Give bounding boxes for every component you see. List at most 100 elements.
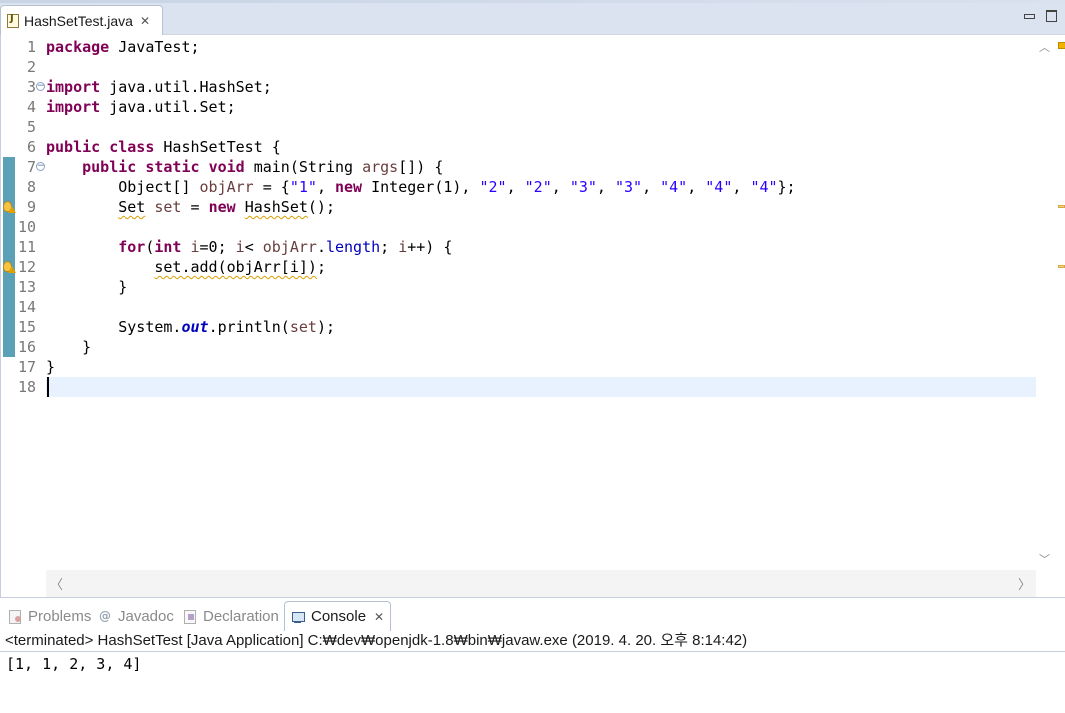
code-line[interactable]: } (46, 277, 1036, 297)
tab-console[interactable]: Console ✕ (284, 601, 392, 631)
warning-underlined-code: set.add(objArr[i]) (154, 258, 317, 276)
code-token: "4" (705, 178, 733, 196)
console-status-line: <terminated> HashSetTest [Java Applicati… (0, 630, 1065, 652)
tab-javadoc[interactable]: @ Javadoc (92, 601, 180, 631)
code-line[interactable] (46, 117, 1036, 137)
javadoc-icon: @ (99, 609, 111, 623)
editor-tab-hashsettest[interactable]: HashSetTest.java ✕ (0, 5, 163, 35)
code-token: i (235, 238, 245, 256)
code-line[interactable] (46, 57, 1036, 77)
code-token: =0; (199, 238, 236, 256)
code-line[interactable]: import java.util.Set; (46, 97, 1036, 117)
code-line[interactable]: set.add(objArr[i]); (46, 257, 1036, 277)
eclipse-workbench: HashSetTest.java ✕ 123−4567−891011121314… (0, 0, 1065, 713)
warning-underlined-code: HashSet (244, 198, 308, 216)
code-line[interactable]: Set set = new HashSet(); (46, 197, 1036, 217)
code-token: , (316, 178, 335, 196)
code-token: Integer(1), (362, 178, 480, 196)
code-line[interactable]: } (46, 357, 1036, 377)
code-line[interactable]: } (46, 337, 1036, 357)
code-token: "4" (750, 178, 778, 196)
code-token: HashSetTest { (154, 138, 281, 156)
warning-marker[interactable] (1058, 205, 1065, 208)
code-token: System. (46, 318, 182, 336)
code-token: "3" (569, 178, 597, 196)
code-token: objArr (199, 178, 254, 196)
warning-underlined-code: Set (118, 198, 146, 216)
code-token: length (325, 238, 381, 256)
code-line[interactable]: for(int i=0; i< objArr.length; i++) { (46, 237, 1036, 257)
scroll-left-icon[interactable]: 〈 (50, 574, 63, 593)
line-number: 11 (17, 238, 36, 256)
code-token: package (46, 38, 110, 56)
fold-toggle-icon[interactable]: − (36, 82, 45, 91)
console-output[interactable]: [1, 1, 2, 3, 4] (6, 653, 1056, 675)
fold-toggle-icon[interactable]: − (36, 162, 45, 171)
code-token: int (154, 238, 182, 256)
code-token: , (687, 178, 706, 196)
code-line[interactable] (46, 377, 1036, 397)
text-caret (47, 377, 49, 397)
line-number: 6 (26, 138, 36, 156)
code-token: main(String (244, 158, 363, 176)
line-number: 4 (26, 98, 36, 116)
code-token: "1" (289, 178, 317, 196)
code-token: = { (253, 178, 290, 196)
code-token: public (46, 138, 101, 156)
maximize-icon[interactable] (1044, 8, 1058, 22)
code-token: out (181, 318, 209, 336)
code-line[interactable]: Object[] objArr = {"1", new Integer(1), … (46, 177, 1036, 197)
code-token: , (642, 178, 661, 196)
scroll-down-icon[interactable]: ﹀ (1039, 551, 1050, 567)
code-token: ++) { (407, 238, 453, 256)
line-number: 17 (17, 358, 36, 376)
code-token: import (46, 78, 101, 96)
code-token: "3" (614, 178, 643, 196)
code-token: for (118, 238, 146, 256)
code-token: } (46, 338, 92, 356)
problems-icon (8, 609, 22, 624)
line-number: 14 (17, 298, 36, 316)
line-number: 5 (26, 118, 36, 136)
code-token: void (208, 158, 245, 176)
code-line[interactable]: public class HashSetTest { (46, 137, 1036, 157)
code-line[interactable] (46, 297, 1036, 317)
warning-marker[interactable] (1058, 265, 1065, 268)
overview-ruler[interactable] (1052, 35, 1065, 570)
close-icon[interactable]: ✕ (140, 14, 150, 28)
scroll-right-icon[interactable]: 〉 (1018, 574, 1031, 593)
line-number-ruler: 1 2 3−4 5 6 7−8 9 10 11 12 13 14 15 16 17 18 (17, 35, 45, 570)
code-token: . (316, 238, 326, 256)
code-token: (); (307, 198, 335, 216)
tab-declaration[interactable]: Declaration (177, 601, 285, 631)
tab-declaration-label: Declaration (203, 607, 279, 625)
minimize-icon[interactable] (1022, 8, 1036, 22)
code-line[interactable] (46, 217, 1036, 237)
code-line[interactable]: import java.util.HashSet; (46, 77, 1036, 97)
line-number: 10 (17, 218, 36, 236)
code-token: i (398, 238, 408, 256)
scroll-up-icon[interactable]: ︿ (1039, 39, 1050, 55)
horizontal-scrollbar[interactable]: 〈 〉 (46, 570, 1036, 597)
warning-lightbulb-icon[interactable] (3, 261, 16, 274)
code-editor[interactable]: 1 2 3−4 5 6 7−8 9 10 11 12 13 14 15 16 17 18 package Ja… (0, 35, 1065, 597)
code-token: , (506, 178, 525, 196)
vertical-scrollbar[interactable]: ︿ ﹀ (1036, 35, 1052, 570)
warning-lightbulb-icon[interactable] (3, 201, 16, 214)
code-line[interactable]: package JavaTest; (46, 37, 1036, 57)
code-token: , (596, 178, 615, 196)
close-icon[interactable]: ✕ (374, 610, 384, 624)
code-token: "4" (660, 178, 688, 196)
code-line[interactable]: public static void main(String args[]) { (46, 157, 1036, 177)
declaration-icon (183, 609, 197, 624)
code-token: static (145, 158, 200, 176)
line-number: 1 (26, 38, 36, 56)
code-line[interactable]: System.out.println(set); (46, 317, 1036, 337)
annotation-ruler (1, 35, 17, 570)
warning-summary-icon[interactable] (1058, 42, 1065, 49)
code-text-area[interactable]: package JavaTest; import java.util.HashSe… (46, 35, 1036, 570)
tab-problems[interactable]: Problems (2, 601, 97, 631)
